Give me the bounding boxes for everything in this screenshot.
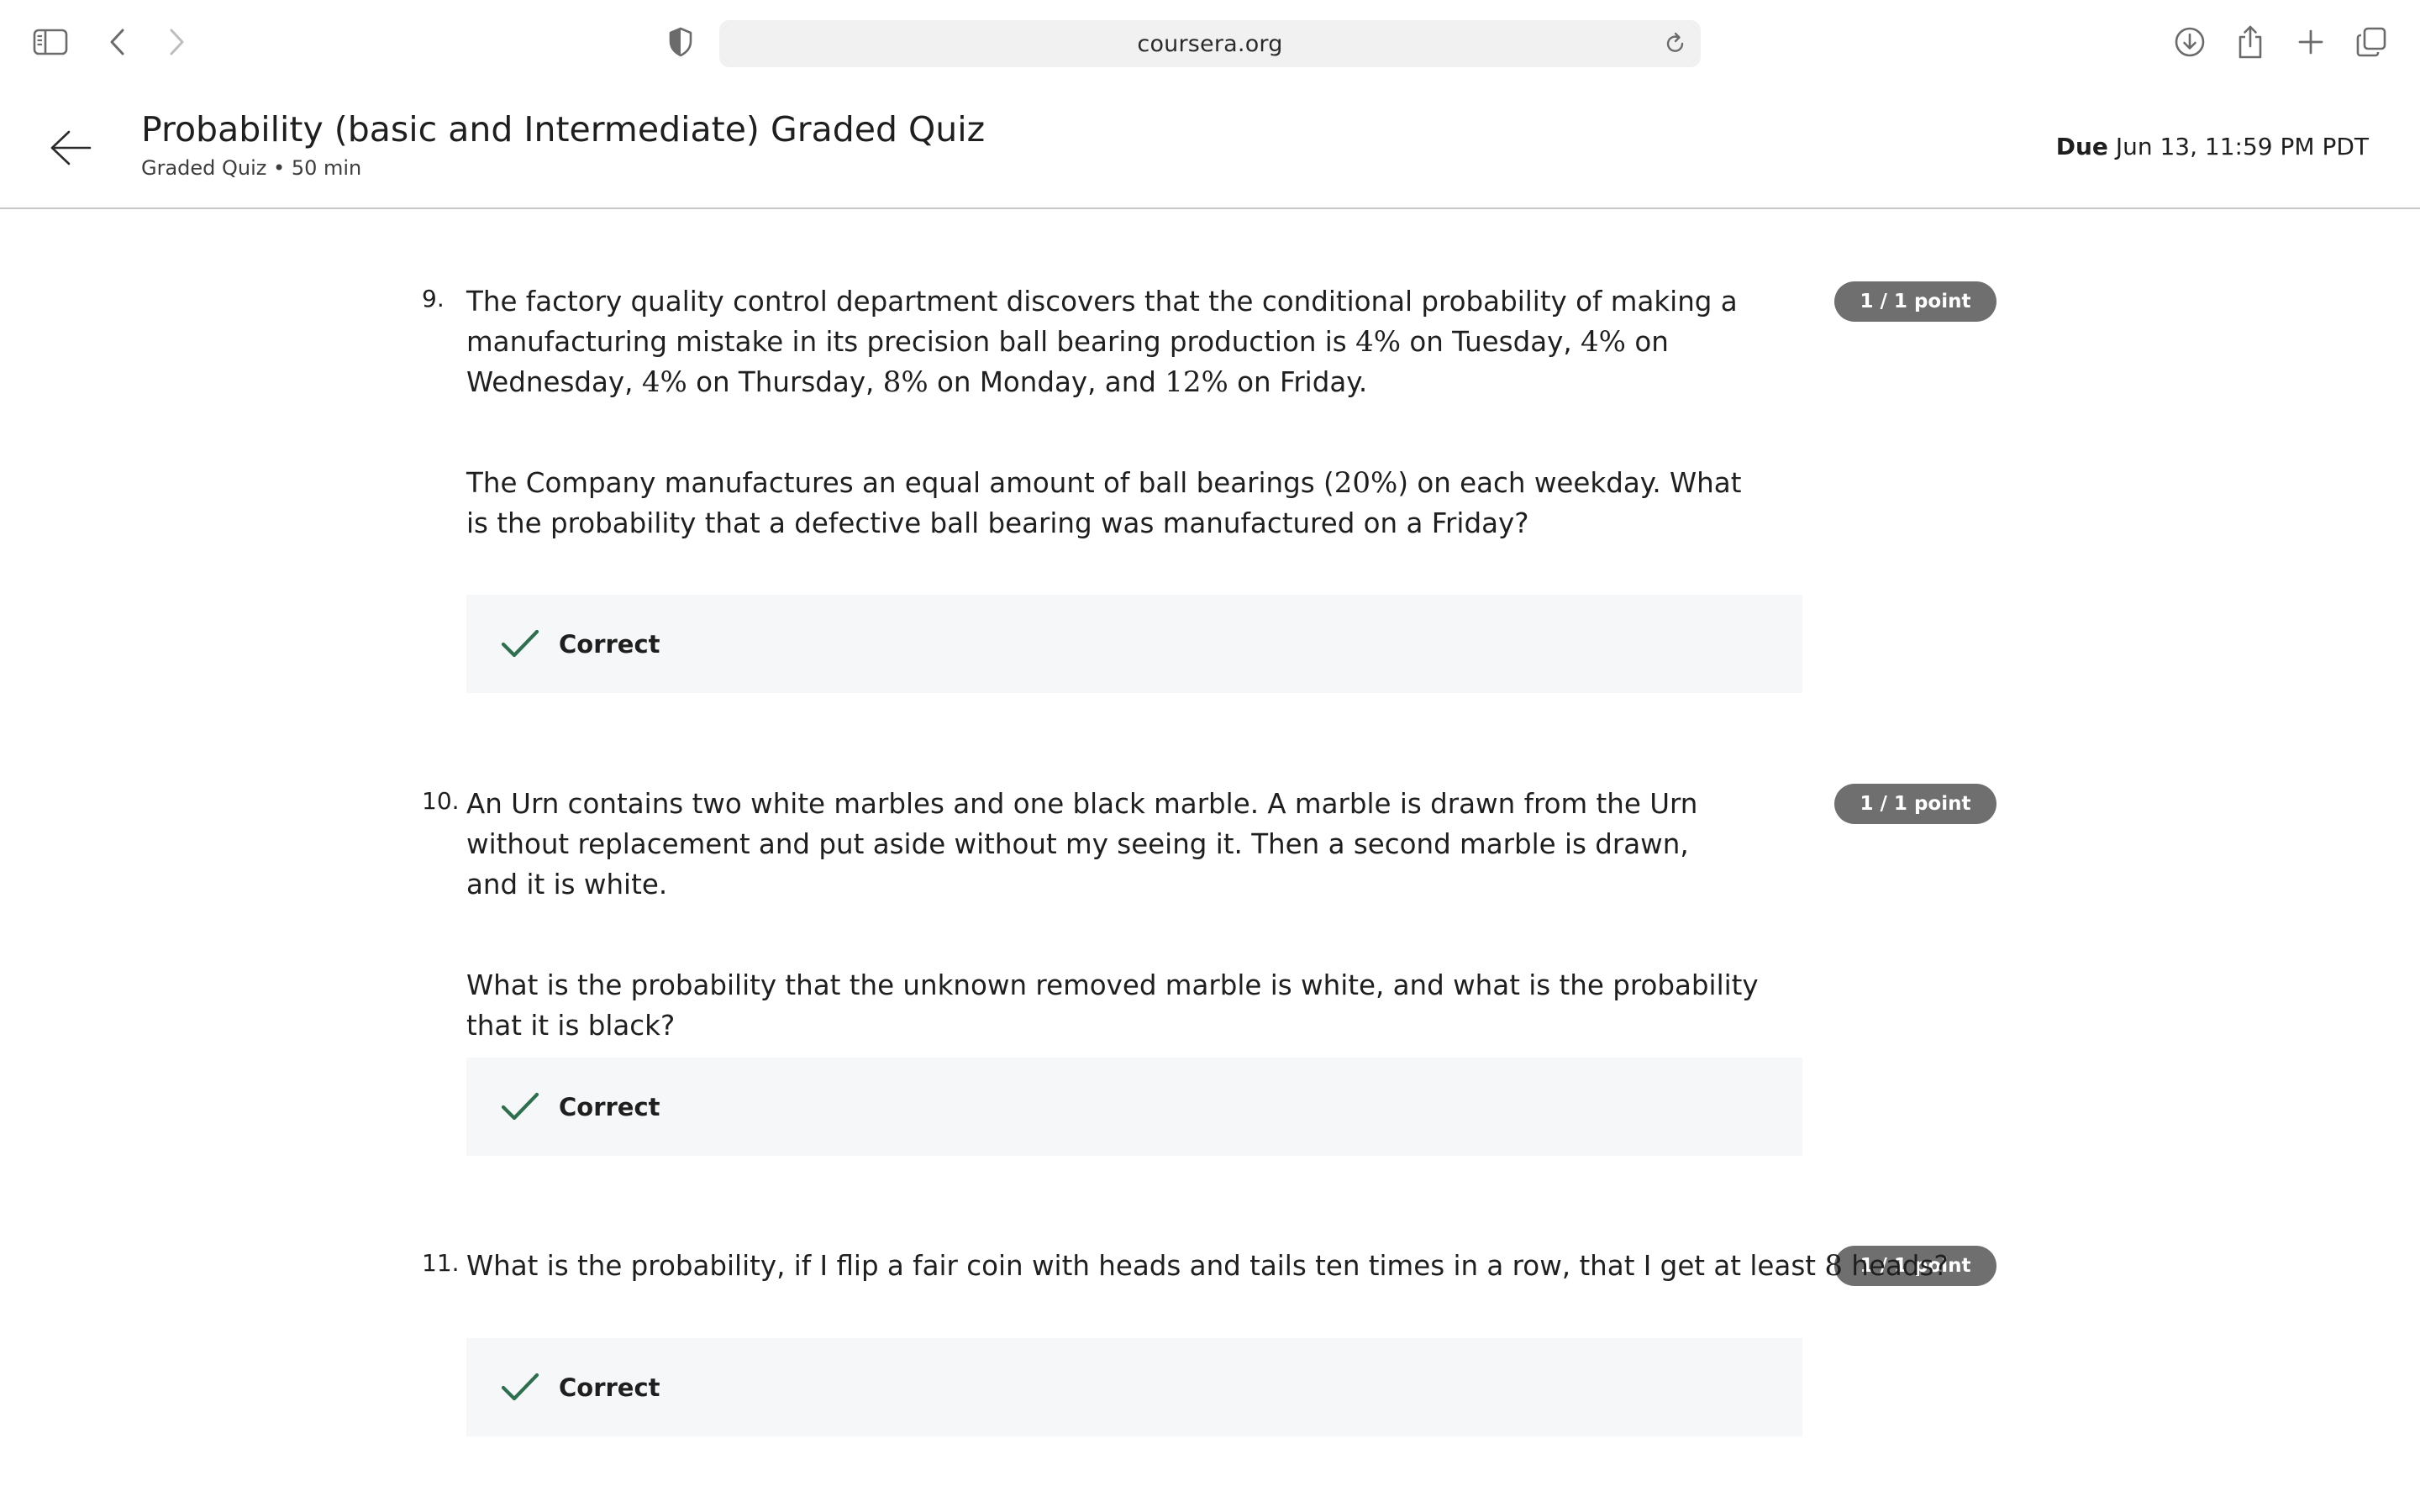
math-value: 8% [882,365,929,399]
due-value: Jun 13, 11:59 PM PDT [2107,133,2369,160]
check-icon [500,1087,540,1127]
text-run: on Tuesday, [1401,326,1581,358]
reload-icon[interactable] [1662,30,1689,57]
question-paragraph: The Company manufactures an equal amount… [466,463,1760,543]
points-badge: 1 / 1 point [1834,281,1996,322]
due-date: Due Jun 13, 11:59 PM PDT [2056,133,2369,160]
question-paragraph: The factory quality control department d… [466,281,1794,402]
share-icon[interactable] [2230,22,2270,62]
feedback-label: Correct [559,1373,660,1402]
math-value: 4% [1581,325,1626,359]
forward-icon[interactable] [156,22,197,62]
check-icon [500,1368,540,1408]
page-subtitle: Graded Quiz • 50 min [141,156,362,180]
text-run: heads? [1842,1250,1949,1282]
question-text: What is the probability, if I flip a fai… [466,1246,1949,1347]
math-value: 20% [1334,466,1398,500]
new-tab-icon[interactable] [2291,22,2331,62]
question-paragraph: An Urn contains two white marbles and on… [466,788,1698,900]
text-run: on Thursday, [687,366,883,398]
text-run: on Monday, and [928,366,1165,398]
question-text: The factory quality control department d… [466,281,1794,604]
due-label: Due [2055,133,2108,160]
tabs-overview-icon[interactable] [2351,22,2391,62]
feedback-correct: Correct [466,595,1802,693]
question-paragraph: What is the probability, if I flip a fai… [466,1246,1949,1286]
check-icon [500,624,540,664]
math-value: 4% [641,365,687,399]
download-icon[interactable] [2170,22,2210,62]
text-run: on Friday. [1228,366,1368,398]
question-paragraph: What is the probability that the unknown… [466,969,1759,1042]
feedback-label: Correct [559,629,660,659]
text-run: What is the probability, if I flip a fai… [466,1250,1825,1282]
math-value: 8 [1824,1249,1843,1283]
feedback-correct: Correct [466,1338,1802,1436]
browser-toolbar: coursera.org [0,0,2420,86]
question-number: 11. [422,1249,460,1277]
back-icon[interactable] [97,22,138,62]
math-value: 4% [1355,325,1402,359]
back-arrow-icon[interactable] [47,124,94,171]
text-run: The Company manufactures an equal amount… [466,467,1334,499]
feedback-correct: Correct [466,1058,1802,1156]
shield-icon[interactable] [660,22,701,62]
question-number: 9. [422,285,445,312]
math-value: 12% [1165,365,1228,399]
quiz-header: Probability (basic and Intermediate) Gra… [0,86,2420,209]
feedback-label: Correct [559,1092,660,1121]
sidebar-icon[interactable] [30,22,71,62]
url-text: coursera.org [1137,30,1283,57]
page-title: Probability (basic and Intermediate) Gra… [141,109,986,150]
question-number: 10. [422,787,460,815]
url-field[interactable]: coursera.org [719,20,1701,67]
points-badge: 1 / 1 point [1834,784,1996,824]
